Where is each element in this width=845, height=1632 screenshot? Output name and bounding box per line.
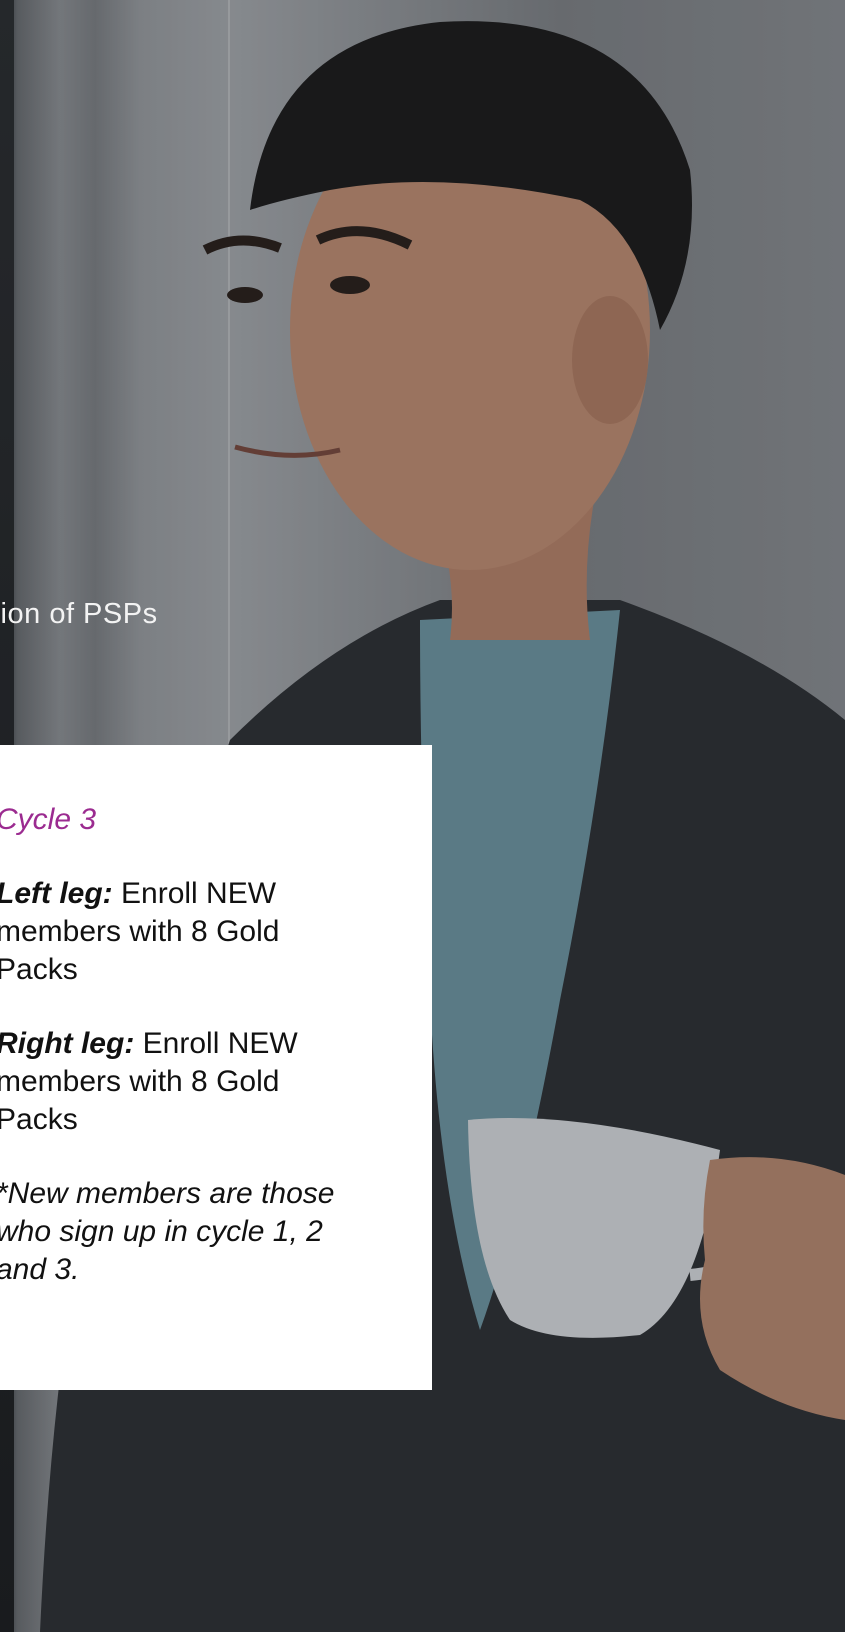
cycle-title: Cycle 3 (0, 803, 97, 836)
left-leg-label: Left leg: (0, 877, 113, 910)
right-leg-label: Right leg: (0, 1027, 135, 1060)
left-leg-rule: Left leg: Enroll NEW members with 8 Gold… (0, 875, 356, 989)
new-members-note: *New members are those who sign up in cy… (0, 1177, 335, 1286)
right-leg-rule: Right leg: Enroll NEW members with 8 Gol… (0, 1025, 356, 1139)
cycle-card: Cycle 3 Left leg: Enroll NEW members wit… (0, 745, 432, 1390)
promo-page: tion of PSPs Cycle 3 Left leg: Enroll NE… (0, 0, 845, 1632)
partial-caption: tion of PSPs (0, 598, 158, 630)
